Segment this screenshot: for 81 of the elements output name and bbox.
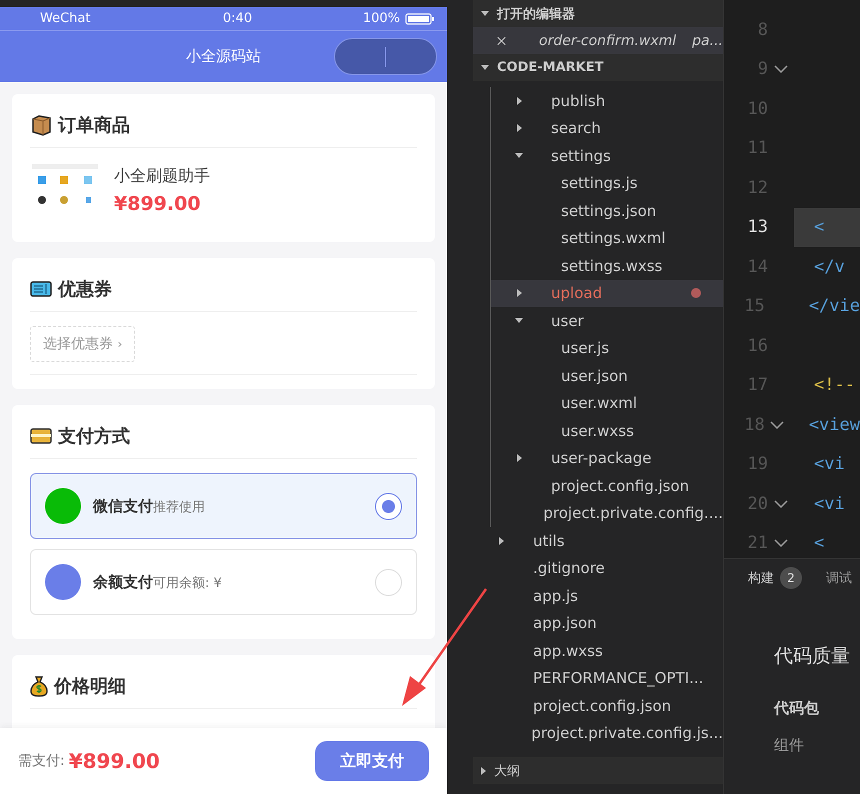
file-name[interactable]: .gitignore (533, 559, 605, 578)
code-text: <view (808, 414, 860, 437)
folder-name[interactable]: user-package (551, 449, 652, 468)
fold-chevron-icon[interactable] (774, 65, 788, 74)
fold-chevron-icon[interactable] (774, 500, 788, 508)
collapse-caret-icon[interactable] (516, 96, 522, 105)
folder-name[interactable]: utils (533, 532, 565, 550)
panel-item: 组件 (774, 736, 805, 755)
folder-name[interactable]: user (551, 312, 584, 330)
section-title: 价格明细 (54, 675, 126, 698)
code-text: <vi (813, 492, 846, 516)
section-header[interactable]: 大纲 (494, 762, 520, 780)
payment-option[interactable]: 余额支付可用余额: ¥ (30, 549, 417, 615)
money-bag-icon (30, 675, 48, 697)
collapse-caret-icon[interactable] (516, 124, 522, 132)
expand-caret-icon[interactable] (481, 11, 489, 16)
folder-name[interactable]: publish (551, 92, 606, 110)
code-text: < (813, 532, 826, 556)
panel-heading: 代码质量 (774, 644, 851, 669)
file-name[interactable]: user.wxss (561, 422, 634, 440)
radio-button[interactable] (375, 492, 402, 520)
folder-name[interactable]: settings (551, 146, 611, 165)
file-name[interactable]: user.json (561, 366, 628, 385)
file-name[interactable]: user.wxml (561, 394, 638, 412)
battery-percent: 100% (362, 11, 400, 26)
section-title: 优惠券 (58, 278, 112, 301)
payment-method-label: 微信支付推荐使用 (93, 496, 206, 516)
file-name[interactable]: project.config.json (551, 476, 690, 495)
line-number: 13 (746, 217, 768, 238)
section-title: 支付方式 (58, 425, 130, 448)
close-icon[interactable] (497, 34, 506, 46)
section-title: 订单商品 (58, 114, 130, 137)
payment-option[interactable]: 微信支付推荐使用 (30, 473, 417, 539)
file-path: pa... (692, 32, 723, 48)
expand-caret-icon[interactable] (515, 318, 523, 324)
collapse-caret-icon[interactable] (481, 766, 486, 774)
panel-subheading: 代码包 (774, 699, 820, 718)
product-name: 小全刷题助手 (114, 166, 210, 186)
collapse-caret-icon[interactable] (516, 454, 522, 462)
file-name[interactable]: settings.js (561, 174, 638, 192)
expand-caret-icon[interactable] (481, 65, 489, 70)
panel-tab[interactable]: 构建 2 (748, 567, 802, 589)
collapse-caret-icon[interactable] (498, 536, 504, 545)
code-text: </vie (808, 295, 860, 318)
file-name[interactable]: app.json (533, 614, 597, 632)
count-badge: 2 (780, 567, 802, 589)
status-time: 0:40 (222, 11, 254, 26)
box-icon (30, 114, 52, 136)
file-name[interactable]: app.wxss (533, 642, 603, 660)
fold-chevron-icon[interactable] (774, 539, 788, 548)
file-name[interactable]: settings.wxss (561, 256, 662, 275)
collapse-caret-icon[interactable] (516, 289, 522, 298)
battery-icon (405, 12, 435, 24)
code-text: </v (813, 256, 846, 279)
ticket-icon (30, 281, 52, 297)
file-name[interactable]: project.private.config.js... (531, 724, 723, 742)
expand-caret-icon[interactable] (515, 153, 523, 158)
total-amount: ¥899.00 (68, 749, 161, 773)
panel-tab[interactable]: 调试 (826, 569, 852, 587)
folder-name[interactable]: upload (551, 284, 602, 302)
total-label: 需支付: (18, 752, 65, 770)
file-name[interactable]: project.private.config.... (543, 504, 723, 522)
folder-name[interactable]: search (551, 119, 601, 138)
pay-now-button[interactable]: 立即支付 (315, 741, 429, 781)
open-file-name[interactable]: order-confirm.wxml (539, 32, 676, 48)
file-name[interactable]: settings.wxml (561, 229, 666, 248)
file-name[interactable]: settings.json (561, 202, 656, 220)
file-name[interactable]: project.config.json (533, 696, 672, 715)
product-price: ¥899.00 (114, 192, 202, 214)
code-text: <!-- (813, 374, 856, 398)
file-name[interactable]: PERFORMANCE_OPTI... (533, 669, 704, 688)
modified-dot (691, 288, 701, 298)
file-name[interactable]: user.js (561, 339, 610, 358)
page-title: 小全源码站 (186, 47, 261, 66)
file-name[interactable]: app.js (533, 586, 578, 605)
carrier-label: WeChat (40, 11, 92, 26)
credit-card-icon (30, 428, 52, 444)
payment-method-label: 余额支付可用余额: ¥ (93, 572, 223, 592)
code-text: < (794, 208, 860, 247)
fold-chevron-icon[interactable] (770, 420, 784, 429)
code-text: <vi (813, 453, 846, 476)
